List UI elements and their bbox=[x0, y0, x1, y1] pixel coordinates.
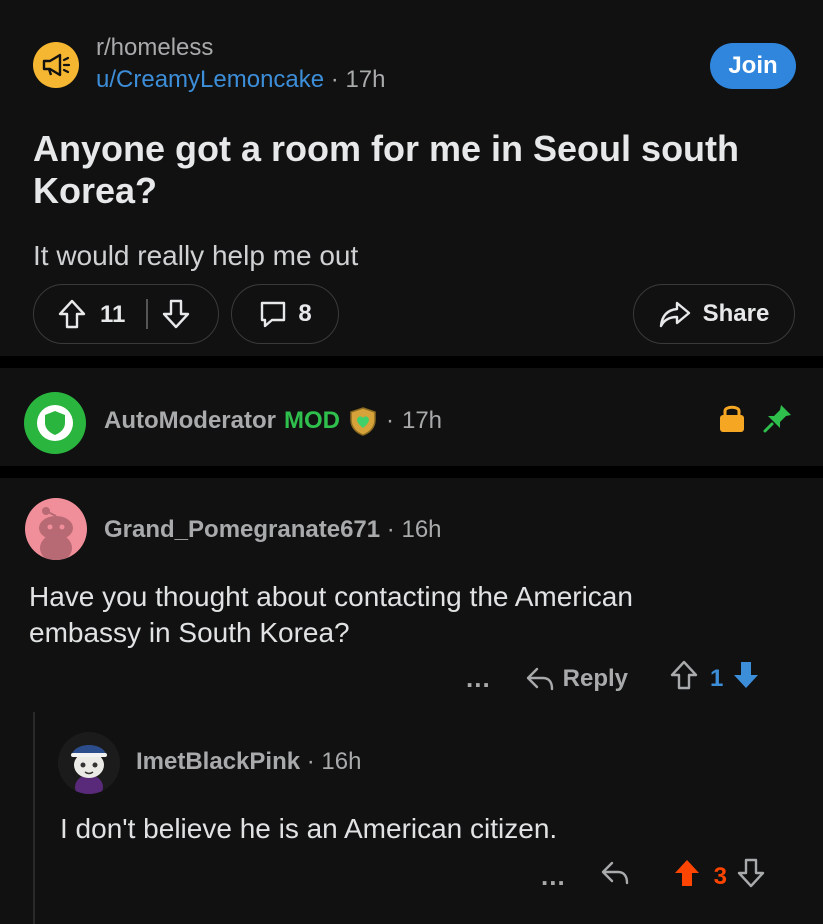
downvote-button[interactable] bbox=[162, 299, 190, 336]
mod-badge: MOD bbox=[283, 407, 340, 434]
upvote-arrow-icon bbox=[670, 660, 698, 690]
shield-icon bbox=[37, 405, 73, 441]
reply-arrow-icon bbox=[526, 667, 553, 690]
comment-actions: ... Reply 1 bbox=[466, 660, 761, 697]
comment-age: 16h bbox=[401, 516, 442, 543]
comment-count: 8 bbox=[298, 300, 312, 327]
automod-age: 17h bbox=[401, 407, 443, 434]
post-card: r/homeless u/CreamyLemoncake · 17h Join … bbox=[0, 0, 823, 356]
pin-icon bbox=[762, 402, 794, 439]
separator-dot: · bbox=[306, 748, 322, 775]
comment-author-line: ImetBlackPink · 16h bbox=[136, 748, 361, 776]
upvote-button[interactable] bbox=[670, 660, 698, 697]
comment-score: 3 bbox=[713, 862, 728, 890]
user-avatar[interactable] bbox=[25, 498, 87, 560]
megaphone-icon bbox=[42, 53, 71, 77]
downvote-arrow-filled-icon bbox=[734, 662, 759, 688]
comment-score: 1 bbox=[710, 664, 724, 692]
separator-dot: · bbox=[386, 516, 402, 543]
comment-username[interactable]: ImetBlackPink bbox=[136, 748, 300, 775]
automod-avatar bbox=[24, 392, 86, 454]
section-divider bbox=[0, 356, 823, 368]
reply-label: Reply bbox=[562, 664, 629, 692]
comments-button[interactable]: 8 bbox=[231, 284, 339, 344]
subreddit-avatar[interactable] bbox=[33, 42, 79, 88]
upvote-button[interactable] bbox=[58, 299, 86, 336]
automod-comment[interactable]: AutoModerator MOD · 17h bbox=[0, 368, 823, 466]
vote-pill: 11 bbox=[33, 284, 219, 344]
lock-icon bbox=[717, 402, 747, 439]
upvote-arrow-filled-icon bbox=[674, 860, 699, 886]
more-options-button[interactable]: ... bbox=[466, 663, 491, 694]
comment-bubble-icon bbox=[261, 301, 286, 328]
share-arrow-icon bbox=[659, 301, 690, 328]
mod-shield-heart-icon bbox=[350, 407, 376, 436]
post-title[interactable]: Anyone got a room for me in Seoul south … bbox=[33, 128, 793, 212]
share-label: Share bbox=[702, 300, 770, 327]
post-body: It would really help me out bbox=[33, 240, 359, 271]
section-divider bbox=[0, 466, 823, 478]
comment-actions: ... 3 bbox=[541, 858, 765, 895]
comment-username[interactable]: Grand_Pomegranate671 bbox=[104, 516, 380, 543]
downvote-button[interactable] bbox=[737, 858, 765, 895]
upvote-count: 11 bbox=[100, 301, 126, 328]
automod-header: AutoModerator MOD · 17h bbox=[104, 406, 442, 436]
more-options-button[interactable]: ... bbox=[541, 861, 566, 892]
comments-section: Grand_Pomegranate671 · 16h Have you thou… bbox=[0, 478, 823, 924]
share-button[interactable]: Share bbox=[633, 284, 795, 344]
upvote-button[interactable] bbox=[672, 858, 702, 895]
snoo-avatar-icon bbox=[39, 507, 73, 560]
post-age: 17h bbox=[345, 66, 386, 93]
vote-divider bbox=[146, 299, 148, 329]
downvote-arrow-icon bbox=[737, 858, 765, 888]
comment-body: I don't believe he is an American citize… bbox=[60, 813, 558, 844]
post-author-line: u/CreamyLemoncake · 17h bbox=[96, 66, 386, 94]
reply-button[interactable]: Reply bbox=[525, 665, 628, 693]
user-avatar[interactable] bbox=[58, 732, 120, 794]
comment-age: 16h bbox=[321, 748, 362, 775]
separator-dot: · bbox=[330, 66, 346, 93]
thread-line[interactable] bbox=[33, 712, 35, 924]
reply-arrow-icon bbox=[601, 861, 628, 885]
automod-username[interactable]: AutoModerator bbox=[104, 407, 276, 435]
post-author[interactable]: u/CreamyLemoncake bbox=[96, 66, 324, 93]
comment-author-line: Grand_Pomegranate671 · 16h bbox=[104, 516, 442, 544]
snoo-sailor-avatar-icon bbox=[71, 745, 107, 794]
join-button[interactable]: Join bbox=[710, 43, 796, 89]
downvote-button[interactable] bbox=[731, 660, 761, 697]
subreddit-name[interactable]: r/homeless bbox=[96, 34, 213, 62]
reply-button[interactable] bbox=[600, 860, 630, 893]
comment-body: Have you thought about contacting the Am… bbox=[29, 581, 633, 648]
downvote-arrow-icon bbox=[162, 299, 190, 329]
upvote-arrow-icon bbox=[58, 299, 86, 329]
separator-dot: · bbox=[385, 407, 394, 434]
